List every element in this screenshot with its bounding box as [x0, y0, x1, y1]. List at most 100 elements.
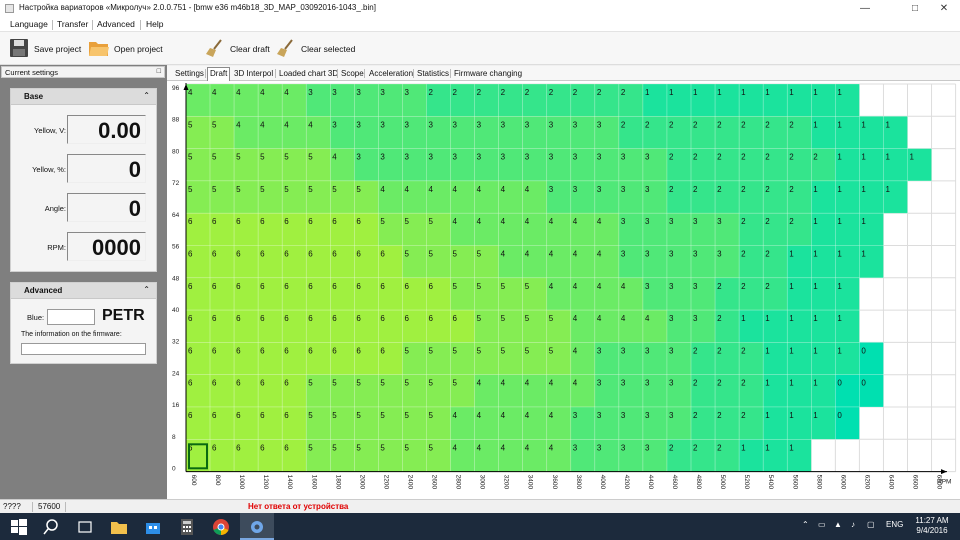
cell-value: 2 [741, 185, 746, 194]
file-explorer-icon[interactable] [110, 518, 128, 536]
cell-value: 5 [356, 443, 361, 452]
calculator-icon[interactable] [178, 518, 196, 536]
cell-value: 1 [789, 379, 794, 388]
cell-value: 3 [621, 379, 626, 388]
cell-value: 1 [837, 185, 842, 194]
collapse-icon[interactable]: ⌃ [143, 285, 150, 294]
cell-value: 3 [621, 443, 626, 452]
tab-scope[interactable]: Scope [341, 69, 364, 78]
search-icon[interactable] [42, 518, 60, 536]
cell-value: 6 [188, 314, 193, 323]
advanced-group-header[interactable]: Advanced ⌃ [11, 283, 156, 299]
cell-value: 2 [717, 120, 722, 129]
window-title: Настройка вариаторов «Микролуч» 2.0.0.75… [19, 3, 376, 12]
title-bar: Настройка вариаторов «Микролуч» 2.0.0.75… [0, 0, 960, 17]
menu-advanced[interactable]: Advanced [97, 19, 135, 29]
cell-value: 6 [453, 314, 458, 323]
cell-value: 6 [356, 346, 361, 355]
keyboard-icon[interactable]: ▢ [867, 520, 875, 529]
cell-value: 3 [477, 153, 482, 162]
y-tick-label: 16 [172, 402, 180, 409]
tab-3d-interpol[interactable]: 3D Interpol [234, 69, 273, 78]
cell-value: 2 [693, 443, 698, 452]
broom-icon [277, 39, 293, 57]
collapse-icon[interactable]: ⌃ [143, 91, 150, 100]
tab-acceleration[interactable]: Acceleration [369, 69, 413, 78]
language-indicator[interactable]: ENG [886, 520, 903, 529]
x-tick-label: 2400 [406, 475, 413, 490]
network-icon[interactable]: ▲ [834, 520, 842, 529]
minimize-button[interactable]: — [853, 0, 877, 17]
cell-value: 1 [789, 346, 794, 355]
cell-value: 5 [188, 153, 193, 162]
cell-value: 5 [332, 185, 337, 194]
tab-settings[interactable]: Settings [175, 69, 204, 78]
cell-value: 3 [501, 153, 506, 162]
draft-heatmap[interactable]: 4 4 4 4 4 3 3 3 3 3 2 2 2 2 2 2 2 2 2 1 1 1 1 1 1 1 1 15 5 4 4 4 4 3 3 3 3 3 3… [167, 81, 960, 499]
menu-transfer[interactable]: Transfer [57, 19, 88, 29]
pin-icon[interactable]: □ [157, 68, 161, 75]
cell-value: 4 [453, 411, 458, 420]
cell-value: 1 [813, 379, 818, 388]
tray-chevron-icon[interactable]: ⌃ [802, 520, 809, 529]
cell-value: 6 [260, 379, 265, 388]
x-tick-label: 1800 [334, 475, 341, 490]
x-tick-label: 4400 [647, 475, 654, 490]
cell-value: 5 [380, 443, 385, 452]
tab-loaded-chart-3d[interactable]: Loaded chart 3D [279, 69, 338, 78]
cell-value: 5 [453, 379, 458, 388]
cell-value: 5 [525, 346, 530, 355]
panel-title: Current settings [5, 68, 58, 77]
cell-value: 2 [429, 88, 434, 97]
cell-value: 2 [693, 411, 698, 420]
save-project-button[interactable]: Save project [9, 36, 87, 61]
task-view-icon[interactable] [76, 518, 94, 536]
active-app-taskbar-item[interactable] [240, 513, 274, 540]
tab-draft[interactable]: Draft [207, 67, 231, 81]
menu-language[interactable]: Language [10, 19, 48, 29]
open-project-button[interactable]: Open project [88, 36, 170, 61]
cell-value: 4 [477, 379, 482, 388]
volume-icon[interactable]: ♪ [851, 520, 855, 529]
cell-value: 2 [549, 88, 554, 97]
cell-value: 4 [597, 250, 602, 259]
clear-draft-button[interactable]: Clear draft [205, 36, 273, 61]
clock[interactable]: 11:27 AM 9/4/2016 [905, 516, 959, 536]
clock-time: 11:27 AM [915, 516, 949, 525]
maximize-button[interactable]: □ [903, 0, 927, 17]
x-tick-label: 5800 [815, 475, 822, 490]
cell-value: 1 [837, 88, 842, 97]
cell-value: 2 [717, 379, 722, 388]
cell-value: 2 [717, 185, 722, 194]
chrome-icon[interactable] [212, 518, 230, 536]
cell-value: 5 [429, 217, 434, 226]
cell-value: 3 [621, 346, 626, 355]
battery-icon[interactable]: ▭ [818, 520, 826, 529]
windows-start-icon[interactable] [10, 518, 28, 536]
menu-help[interactable]: Help [146, 19, 163, 29]
close-button[interactable]: ✕ [932, 0, 956, 17]
clear-selected-button[interactable]: Clear selected [276, 36, 358, 61]
x-tick-label: 3200 [503, 475, 510, 490]
cell-value: 6 [260, 314, 265, 323]
cell-value: 6 [429, 282, 434, 291]
cell-value: 1 [861, 250, 866, 259]
cell-value: 5 [429, 411, 434, 420]
cell-value: 1 [813, 217, 818, 226]
cell-value: 2 [669, 153, 674, 162]
store-icon[interactable] [144, 518, 162, 536]
cell-value: 3 [621, 217, 626, 226]
cell-value: 4 [453, 217, 458, 226]
cell-value: 6 [236, 379, 241, 388]
cell-value: 3 [404, 88, 409, 97]
tab-firmware-changing[interactable]: Firmware changing [454, 69, 522, 78]
cell-value: 4 [501, 411, 506, 420]
cell-value: 3 [573, 411, 578, 420]
cell-value: 3 [549, 153, 554, 162]
cell-value: 4 [477, 185, 482, 194]
tab-statistics[interactable]: Statistics [417, 69, 449, 78]
cell-value: 6 [284, 250, 289, 259]
base-group-header[interactable]: Base ⌃ [11, 89, 156, 105]
x-tick-label: 1400 [286, 475, 293, 490]
cell-value: 1 [813, 185, 818, 194]
